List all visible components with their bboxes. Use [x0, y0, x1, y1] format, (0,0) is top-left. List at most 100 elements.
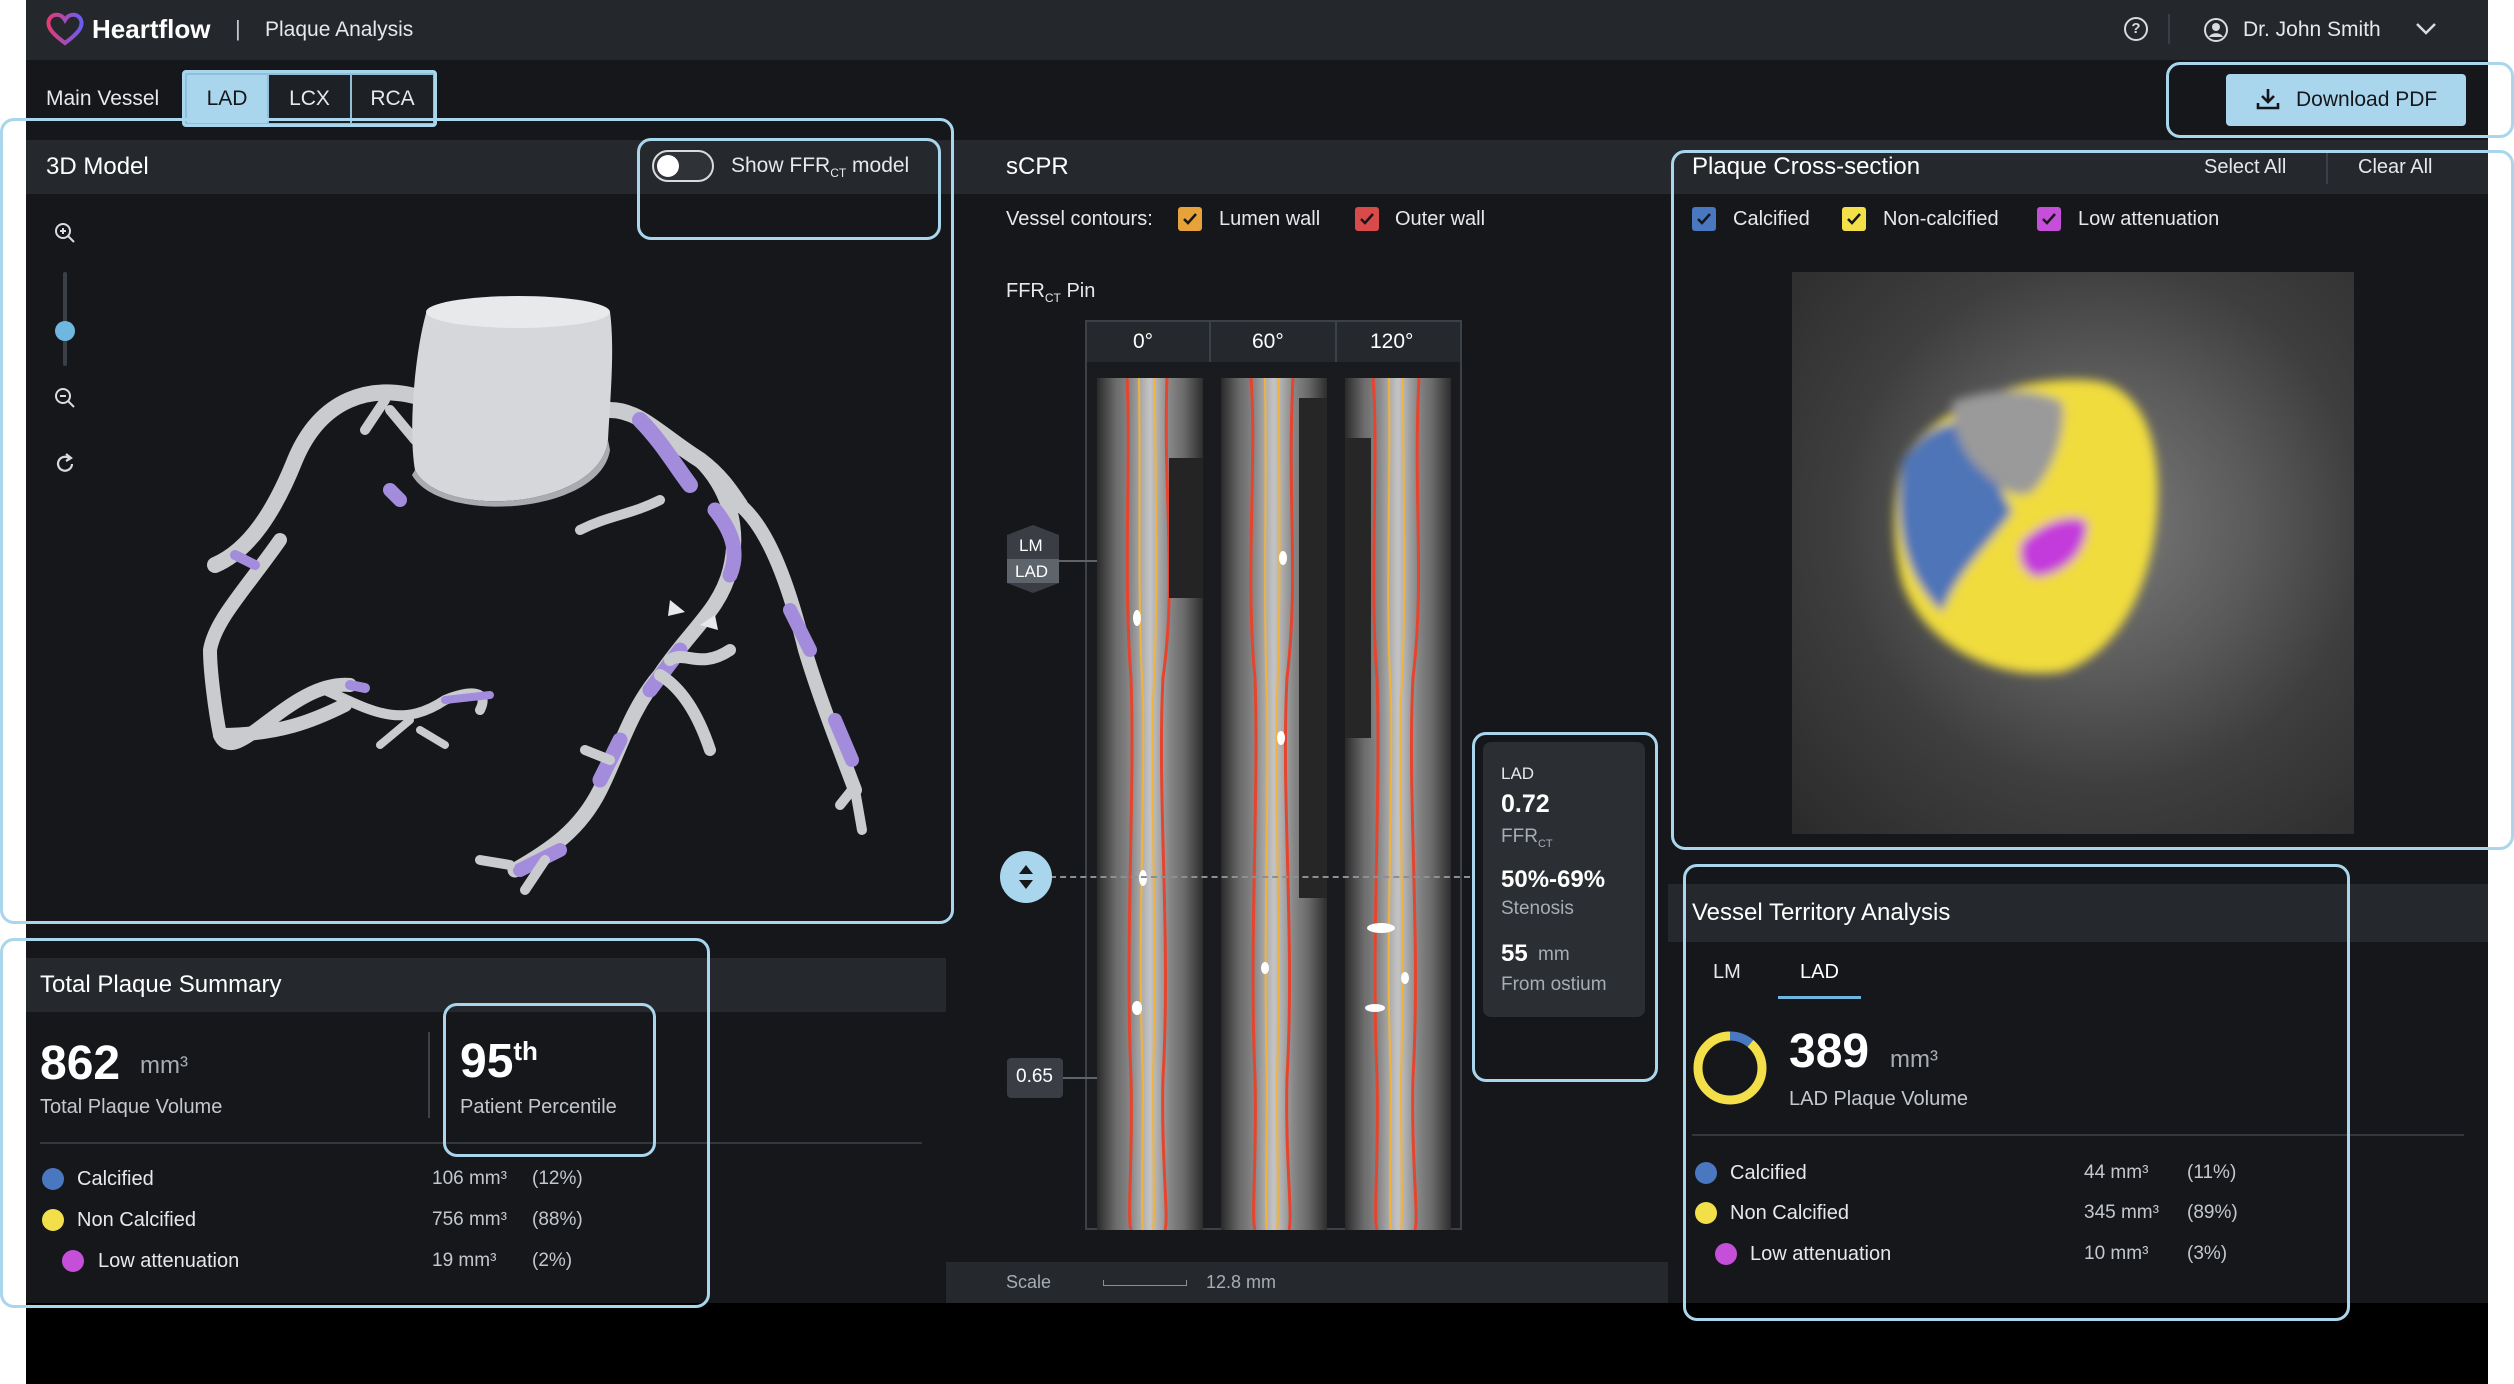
chevron-down-icon[interactable] — [2414, 20, 2438, 43]
territory-calcified-pct: (11%) — [2187, 1162, 2237, 1183]
low-attenuation-dot — [62, 1250, 84, 1272]
low-attenuation-value: 19 mm³ — [432, 1250, 497, 1271]
user-avatar-icon[interactable] — [2203, 17, 2229, 48]
territory-calcified-value: 44 mm³ — [2084, 1162, 2149, 1183]
territory-low-attenuation-label: Low attenuation — [1750, 1243, 1892, 1265]
angle-divider — [1209, 322, 1211, 362]
territory-volume-unit: mm³ — [1890, 1046, 1938, 1073]
territory-calcified-dot — [1695, 1162, 1717, 1184]
value-marker-connector — [1063, 1077, 1097, 1079]
angle-divider — [1335, 322, 1337, 362]
cross-section-image[interactable] — [1792, 272, 2354, 834]
toggle-knob — [657, 155, 679, 177]
territory-low-attenuation-value: 10 mm³ — [2084, 1243, 2149, 1264]
calcified-filter-checkbox[interactable] — [1692, 207, 1716, 231]
calcified-pct: (12%) — [532, 1168, 583, 1189]
territory-non-calcified-label: Non Calcified — [1730, 1202, 1849, 1224]
heartflow-logo-icon — [46, 12, 84, 46]
territory-low-attenuation-dot — [1715, 1243, 1737, 1265]
app-title: Plaque Analysis — [265, 18, 414, 41]
tooltip-ffr-value: 0.72 — [1501, 790, 1550, 818]
brand-name: Heartflow — [92, 14, 211, 44]
tooltip-distance-unit: mm — [1538, 944, 1570, 965]
calcified-dot — [42, 1168, 64, 1190]
ffr-model-toggle[interactable] — [652, 150, 714, 182]
calcified-value: 106 mm³ — [432, 1168, 507, 1189]
marker-connector — [1059, 560, 1097, 562]
select-all-button[interactable]: Select All — [2204, 156, 2286, 179]
non-calcified-label: Non Calcified — [77, 1209, 196, 1231]
donut-non-calcified-arc — [1693, 1031, 1767, 1105]
scale-label: Scale — [1006, 1272, 1052, 1292]
non-calcified-filter-label[interactable]: Non-calcified — [1883, 208, 1999, 231]
angle-0-label[interactable]: 0° — [1133, 330, 1153, 354]
scpr-image-60 — [1221, 378, 1327, 1230]
title-separator: | — [235, 16, 241, 41]
total-volume-value: 862 — [40, 1037, 121, 1090]
zoom-slider-track[interactable] — [63, 272, 67, 366]
calcified-filter-label[interactable]: Calcified — [1733, 208, 1810, 231]
summary-title: Total Plaque Summary — [40, 971, 282, 998]
scale-value: 12.8 mm — [1206, 1272, 1277, 1292]
user-name[interactable]: Dr. John Smith — [2243, 18, 2381, 42]
lumen-wall-label[interactable]: Lumen wall — [1219, 208, 1320, 231]
help-circle-icon[interactable]: ? — [2124, 17, 2148, 41]
lad-marker-label: LAD — [1015, 562, 1049, 581]
low-attenuation-pct: (2%) — [532, 1250, 573, 1271]
tooltip-distance-label: From ostium — [1501, 974, 1607, 995]
non-calcified-dot — [42, 1209, 64, 1231]
outer-wall-checkbox[interactable] — [1355, 207, 1379, 231]
cross-section-title: Plaque Cross-section — [1692, 153, 1921, 180]
scpr-image-0 — [1097, 378, 1203, 1230]
territory-rule — [1692, 1134, 2464, 1136]
scpr-title: sCPR — [1006, 153, 1069, 180]
territory-calcified-label: Calcified — [1730, 1162, 1807, 1184]
tooltip-ffr-label: FFRCT — [1501, 826, 1553, 850]
summary-divider — [428, 1032, 430, 1118]
zoom-slider-handle[interactable] — [55, 321, 75, 341]
tab-rca[interactable]: RCA — [350, 73, 435, 125]
ffr-model-toggle-label[interactable]: Show FFRCT model — [731, 154, 909, 180]
non-calcified-filter-checkbox[interactable] — [1842, 207, 1866, 231]
ffr-pin-handle[interactable] — [1000, 851, 1052, 903]
scale-bar-area — [946, 1262, 1668, 1303]
ffr-pin-label: FFRCT Pin — [1006, 280, 1096, 305]
territory-tab-lad[interactable]: LAD — [1800, 961, 1839, 984]
main-vessel-label: Main Vessel — [46, 87, 160, 110]
low-attenuation-filter-label[interactable]: Low attenuation — [2078, 208, 2219, 231]
tooltip-distance-value: 55 — [1501, 940, 1528, 967]
outer-wall-label[interactable]: Outer wall — [1395, 208, 1485, 231]
footer-area — [26, 1303, 2488, 1384]
coronary-3d-model[interactable] — [140, 290, 920, 910]
low-attenuation-filter-checkbox[interactable] — [2037, 207, 2061, 231]
download-pdf-label: Download PDF — [2296, 88, 2438, 111]
total-volume-unit: mm³ — [140, 1052, 188, 1079]
tab-lad[interactable]: LAD — [185, 73, 269, 125]
scpr-image-120 — [1345, 378, 1451, 1230]
low-attenuation-label: Low attenuation — [98, 1250, 240, 1272]
territory-donut-chart — [1690, 1028, 1770, 1113]
calcified-label: Calcified — [77, 1168, 154, 1190]
header-divider — [2168, 14, 2170, 44]
non-calcified-value: 756 mm³ — [432, 1209, 507, 1230]
lumen-wall-checkbox[interactable] — [1178, 207, 1202, 231]
territory-non-calcified-dot — [1695, 1202, 1717, 1224]
tab-lcx[interactable]: LCX — [267, 73, 352, 125]
reset-view-icon[interactable] — [52, 451, 78, 482]
lm-marker-label: LM — [1019, 536, 1043, 555]
angle-120-label[interactable]: 120° — [1370, 330, 1413, 354]
territory-volume-value: 389 — [1789, 1025, 1870, 1078]
summary-rule — [40, 1142, 922, 1144]
zoom-in-icon[interactable] — [52, 220, 78, 251]
tooltip-stenosis-label: Stenosis — [1501, 898, 1574, 919]
ffr-pin-dashed-line — [1050, 876, 1470, 878]
tooltip-vessel: LAD — [1501, 764, 1535, 783]
vessel-contours-label: Vessel contours: — [1006, 208, 1153, 230]
patient-percentile-label: Patient Percentile — [460, 1096, 617, 1118]
territory-tab-lm[interactable]: LM — [1713, 961, 1741, 984]
clear-all-button[interactable]: Clear All — [2358, 156, 2432, 179]
angle-60-label[interactable]: 60° — [1252, 330, 1284, 354]
territory-non-calcified-pct: (89%) — [2187, 1202, 2238, 1223]
zoom-out-icon[interactable] — [52, 385, 78, 416]
model3d-title: 3D Model — [46, 153, 149, 180]
